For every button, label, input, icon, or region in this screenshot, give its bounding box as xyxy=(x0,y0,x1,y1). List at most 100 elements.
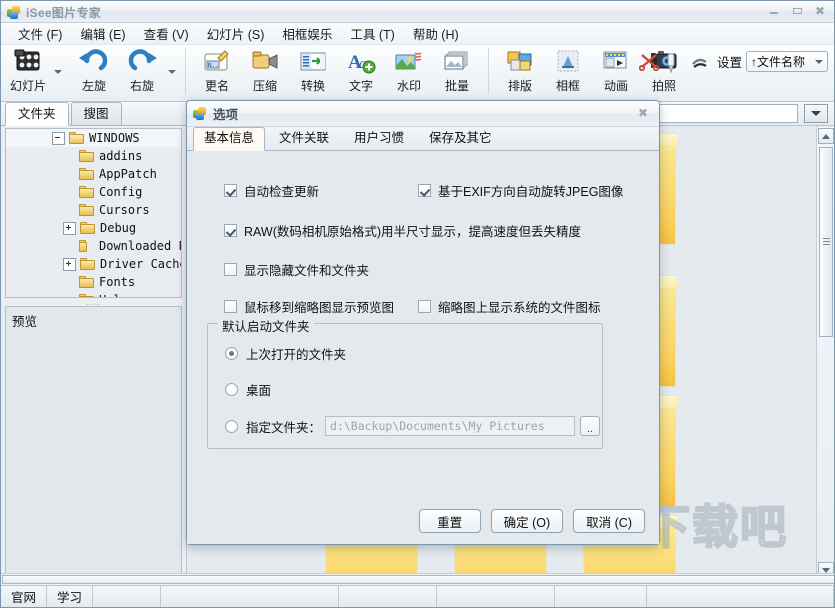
toolbar-button-watermark[interactable]: 水印 xyxy=(385,45,433,99)
sidebar-tab-search[interactable]: 搜图 xyxy=(71,102,122,125)
toolbar-button-rotate-right[interactable]: 右旋 xyxy=(118,45,166,99)
folder-icon xyxy=(79,240,94,252)
group-legend: 默认启动文件夹 xyxy=(218,316,314,335)
tree-item-label: WINDOWS xyxy=(89,131,140,145)
cancel-button[interactable]: 取消 (C) xyxy=(573,509,645,533)
toolbar-button-text[interactable]: A a 文字 xyxy=(337,45,385,99)
checkbox-box[interactable] xyxy=(224,184,237,197)
pane-splitter-handle[interactable]: .... xyxy=(5,298,182,305)
checkbox-raw-half-size[interactable]: RAW(数码相机原始格式)用半尺寸显示，提高速度但丢失精度 xyxy=(224,221,581,240)
menu-item-frame-fun[interactable]: 相框娱乐 xyxy=(273,22,341,45)
sort-order-combobox[interactable]: ↑文件名称 xyxy=(746,51,828,72)
tree-item-debug[interactable]: Debug xyxy=(6,219,181,237)
tab-save-and-other[interactable]: 保存及其它 xyxy=(418,127,503,150)
tree-item-config[interactable]: Config xyxy=(6,183,181,201)
horizontal-scrollbar-thumb[interactable] xyxy=(2,575,835,584)
reset-button[interactable]: 重置 xyxy=(419,509,481,533)
ok-button[interactable]: 确定 (O) xyxy=(491,509,564,533)
statusbar-cell-5 xyxy=(339,586,437,607)
toolbar-label-text: 文字 xyxy=(349,77,373,94)
checkbox-box[interactable] xyxy=(418,184,431,197)
dialog-body: 自动检查更新 基于EXIF方向自动旋转JPEG图像 RAW(数码相机原始格式)用… xyxy=(187,151,659,498)
scissors-icon[interactable] xyxy=(639,53,661,71)
checkbox-show-hidden-files[interactable]: 显示隐藏文件和文件夹 xyxy=(224,260,369,279)
sidebar-tab-folders[interactable]: 文件夹 xyxy=(5,102,69,126)
checkbox-box[interactable] xyxy=(418,300,431,313)
settings-label[interactable]: 设置 xyxy=(717,52,742,71)
tree-item-apppatch[interactable]: AppPatch xyxy=(6,165,181,183)
statusbar-cell-learn[interactable]: 学习 xyxy=(47,586,93,607)
tab-user-habits[interactable]: 用户习惯 xyxy=(343,127,415,150)
menu-item-tools[interactable]: 工具 (T) xyxy=(341,22,403,45)
folder-tree[interactable]: WINDOWS addins AppPatch Config Cursors xyxy=(5,128,182,298)
toolbar-button-convert[interactable]: 转换 xyxy=(289,45,337,99)
toolbar-label-layout: 排版 xyxy=(508,77,532,94)
checkbox-box[interactable] xyxy=(224,263,237,276)
menu-item-edit[interactable]: 编辑 (E) xyxy=(71,22,134,45)
radio-specified-folder[interactable]: 指定文件夹： d:\Backup\Documents\My Pictures .… xyxy=(225,416,600,436)
tree-item-label: Config xyxy=(99,185,142,199)
thumbnail-vertical-scrollbar[interactable] xyxy=(816,127,834,579)
tree-item-driver-cache[interactable]: Driver Cache xyxy=(6,255,181,273)
startup-folder-path-input[interactable]: d:\Backup\Documents\My Pictures xyxy=(325,416,575,436)
statusbar-cell-6 xyxy=(437,586,555,607)
menu-item-file[interactable]: 文件 (F) xyxy=(9,22,71,45)
tree-item-downloaded-program[interactable]: Downloaded Pr xyxy=(6,237,181,255)
tree-toggle-plus-icon[interactable] xyxy=(63,258,76,271)
checkbox-auto-check-update[interactable]: 自动检查更新 xyxy=(224,181,319,200)
toolbar-button-animation[interactable]: 动画 xyxy=(592,45,640,99)
radio-desktop[interactable]: 桌面 xyxy=(225,380,271,399)
browse-folder-button[interactable]: .. xyxy=(580,416,600,436)
tab-file-association[interactable]: 文件关联 xyxy=(268,127,340,150)
toolbar-button-frame[interactable]: 相框 xyxy=(544,45,592,99)
toolbar-label-camera: 拍照 xyxy=(652,77,676,94)
menu-item-slideshow[interactable]: 幻灯片 (S) xyxy=(198,22,274,45)
menu-item-help[interactable]: 帮助 (H) xyxy=(404,22,468,45)
menubar: 文件 (F) 编辑 (E) 查看 (V) 幻灯片 (S) 相框娱乐 工具 (T)… xyxy=(1,23,834,45)
toolbar: 幻灯片 左旋 xyxy=(1,45,834,102)
close-icon[interactable] xyxy=(812,3,830,19)
slideshow-icon xyxy=(13,48,43,75)
checkbox-exif-auto-rotate[interactable]: 基于EXIF方向自动旋转JPEG图像 xyxy=(418,181,623,200)
toolbar-button-layout[interactable]: 排版 xyxy=(496,45,544,99)
radio-circle[interactable] xyxy=(225,420,238,433)
folder-icon xyxy=(80,258,95,270)
toolbar-button-rename[interactable]: N.. 更名 xyxy=(193,45,241,99)
toolbar-button-compress[interactable]: 压缩 xyxy=(241,45,289,99)
path-dropdown-button[interactable] xyxy=(804,104,828,123)
radio-last-opened-folder[interactable]: 上次打开的文件夹 xyxy=(225,344,346,363)
horizontal-scrollbar[interactable] xyxy=(1,573,834,585)
dialog-close-icon[interactable] xyxy=(635,106,653,122)
slideshow-dropdown-arrow-icon[interactable] xyxy=(52,45,64,99)
toolbar-button-rotate-left[interactable]: 左旋 xyxy=(70,45,118,99)
tab-basic-info[interactable]: 基本信息 xyxy=(193,127,265,151)
checkbox-box[interactable] xyxy=(224,300,237,313)
minimize-icon[interactable] xyxy=(766,3,784,19)
statusbar-cell-website[interactable]: 官网 xyxy=(1,586,47,607)
tree-item-cursors[interactable]: Cursors xyxy=(6,201,181,219)
scroll-up-arrow-icon[interactable] xyxy=(818,128,834,144)
radio-label: 上次打开的文件夹 xyxy=(246,344,346,363)
tree-item-windows[interactable]: WINDOWS xyxy=(6,129,181,147)
menu-item-view[interactable]: 查看 (V) xyxy=(135,22,198,45)
tree-item-addins[interactable]: addins xyxy=(6,147,181,165)
tree-toggle-minus-icon[interactable] xyxy=(52,132,65,145)
radio-circle[interactable] xyxy=(225,383,238,396)
toolbar-button-slideshow[interactable]: 幻灯片 xyxy=(4,45,52,99)
checkbox-box[interactable] xyxy=(224,224,237,237)
radio-label: 指定文件夹： xyxy=(246,417,321,436)
radio-circle[interactable] xyxy=(225,347,238,360)
scrollbar-thumb[interactable] xyxy=(819,147,833,337)
toolbar-group-edit: N.. 更名 压缩 xyxy=(190,45,484,101)
checkbox-hover-preview[interactable]: 鼠标移到缩略图显示预览图 xyxy=(224,297,394,316)
maximize-icon[interactable] xyxy=(789,3,807,19)
tree-toggle-plus-icon[interactable] xyxy=(63,222,76,235)
tree-item-fonts[interactable]: Fonts xyxy=(6,273,181,291)
toolbar-button-batch[interactable]: 批量 xyxy=(433,45,481,99)
options-dialog: 选项 基本信息 文件关联 用户习惯 保存及其它 自动检查更新 基于EXIF方向自… xyxy=(186,100,660,545)
app-logo-icon xyxy=(7,6,21,20)
checkbox-show-system-file-icon[interactable]: 缩略图上显示系统的文件图标 xyxy=(418,297,601,316)
magic-wand-icon[interactable] xyxy=(691,53,713,71)
eyedropper-icon[interactable] xyxy=(665,53,687,71)
rotate-dropdown-arrow-icon[interactable] xyxy=(166,45,178,99)
